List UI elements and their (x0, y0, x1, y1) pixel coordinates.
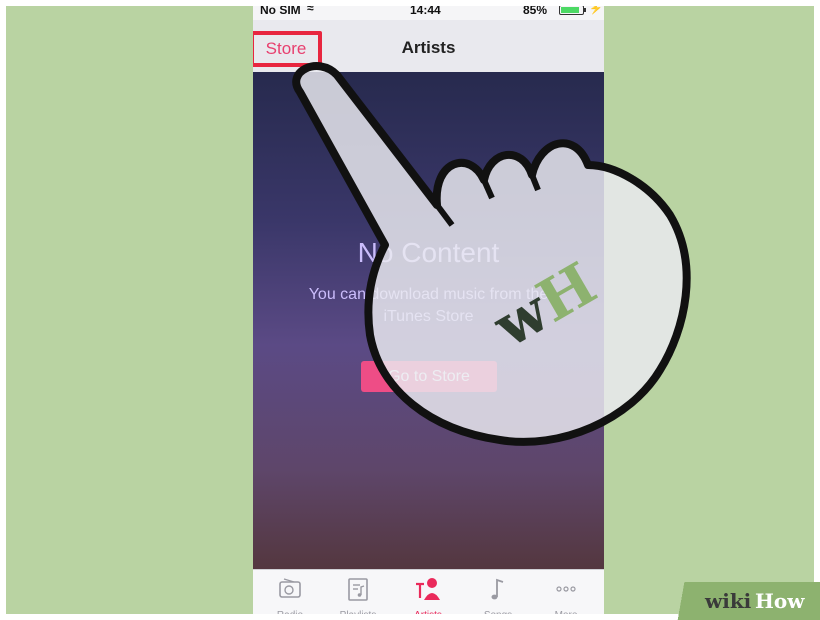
logo-wiki-text: wiki (705, 589, 752, 613)
wikihow-logo: wiki How (665, 582, 820, 620)
pointing-hand-icon: wH (292, 62, 691, 446)
logo-how-text: How (755, 589, 805, 613)
